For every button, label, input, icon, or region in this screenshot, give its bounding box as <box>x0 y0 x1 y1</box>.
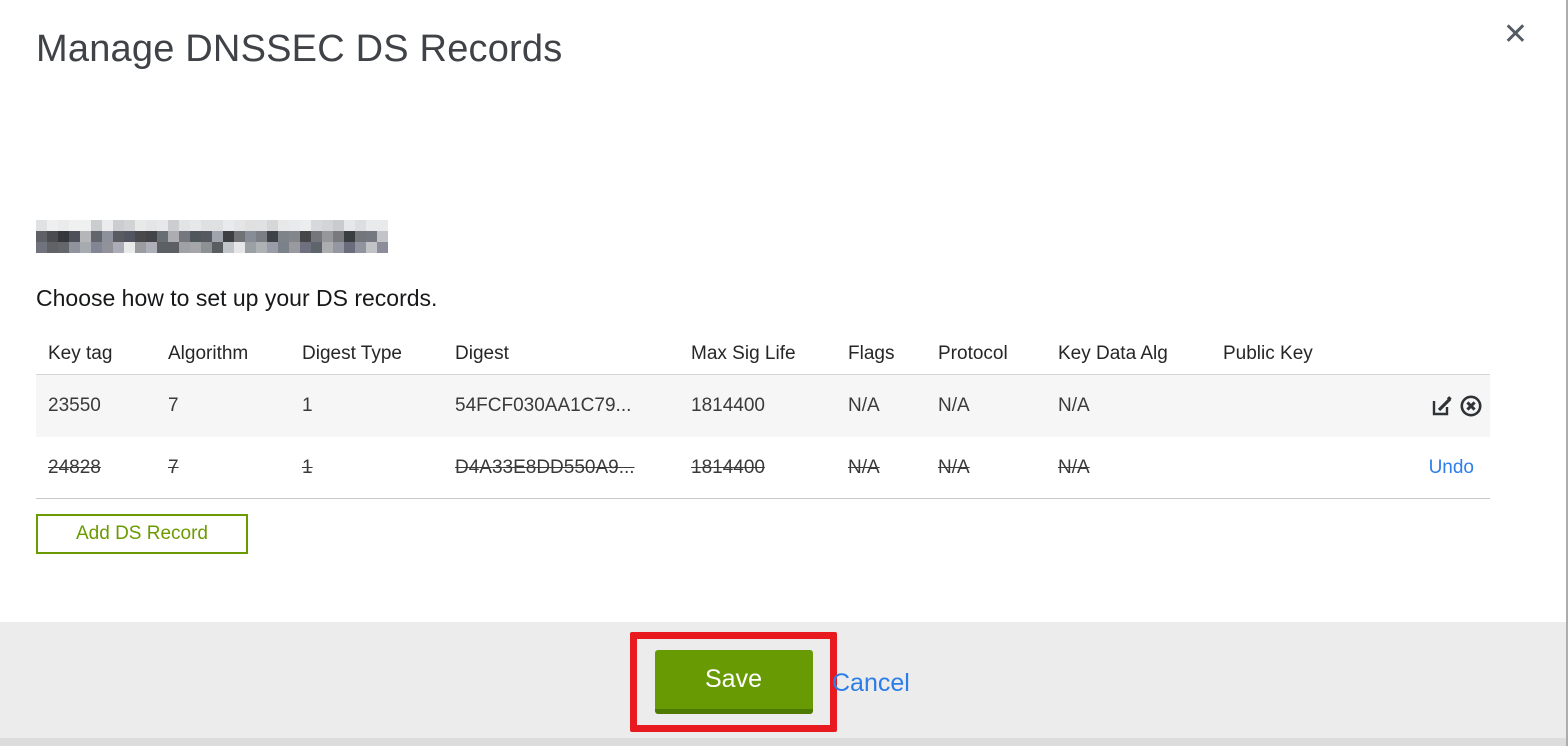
redacted-domain-name <box>36 220 388 253</box>
cell-digest-type: 1 <box>302 456 313 478</box>
modal-footer: Save Cancel <box>0 622 1566 738</box>
column-header-protocol: Protocol <box>938 342 1008 364</box>
column-header-key-tag: Key tag <box>48 342 113 364</box>
close-icon[interactable]: ✕ <box>1503 20 1528 50</box>
cell-key-tag: 24828 <box>48 456 101 478</box>
column-header-algorithm: Algorithm <box>168 342 249 364</box>
cell-digest: D4A33E8DD550A9... <box>455 456 635 478</box>
ds-records-table: Key tag Algorithm Digest Type Digest Max… <box>36 333 1490 499</box>
cell-flags: N/A <box>848 456 880 478</box>
cell-algorithm: 7 <box>168 395 179 416</box>
row-actions <box>1350 393 1490 419</box>
edit-icon[interactable] <box>1429 393 1455 419</box>
delete-icon[interactable] <box>1458 393 1484 419</box>
column-header-max-sig-life: Max Sig Life <box>691 342 796 364</box>
cell-key-data-alg: N/A <box>1058 395 1090 416</box>
save-button[interactable]: Save <box>654 650 813 714</box>
table-header-row: Key tag Algorithm Digest Type Digest Max… <box>36 333 1490 375</box>
cell-protocol: N/A <box>938 456 970 478</box>
column-header-public-key: Public Key <box>1223 342 1313 364</box>
cell-algorithm: 7 <box>168 456 179 478</box>
row-actions: Undo <box>1350 457 1490 479</box>
instruction-text: Choose how to set up your DS records. <box>36 285 438 311</box>
column-header-digest-type: Digest Type <box>302 342 402 364</box>
modal-bottom-edge <box>0 738 1566 746</box>
cancel-link[interactable]: Cancel <box>832 669 910 698</box>
annotation-highlight-box: Save <box>630 632 837 732</box>
table-row: 23550 7 1 54FCF030AA1C79... 1814400 N/A … <box>36 375 1490 437</box>
column-header-key-data-alg: Key Data Alg <box>1058 342 1168 364</box>
cell-max-sig-life: 1814400 <box>691 395 765 416</box>
add-ds-record-button[interactable]: Add DS Record <box>36 514 248 554</box>
cell-max-sig-life: 1814400 <box>691 456 765 478</box>
cell-digest-type: 1 <box>302 395 313 416</box>
cell-key-data-alg: N/A <box>1058 456 1090 478</box>
undo-link[interactable]: Undo <box>1429 457 1484 479</box>
column-header-flags: Flags <box>848 342 895 364</box>
page-title: Manage DNSSEC DS Records <box>36 28 563 70</box>
cell-digest: 54FCF030AA1C79... <box>455 395 632 416</box>
manage-dnssec-modal: Manage DNSSEC DS Records ✕ Choose how to… <box>0 0 1568 746</box>
column-header-digest: Digest <box>455 342 509 364</box>
table-row-deleted: 24828 7 1 D4A33E8DD550A9... 1814400 N/A … <box>36 437 1490 499</box>
cell-key-tag: 23550 <box>48 395 101 416</box>
cell-flags: N/A <box>848 395 880 416</box>
cell-protocol: N/A <box>938 395 970 416</box>
